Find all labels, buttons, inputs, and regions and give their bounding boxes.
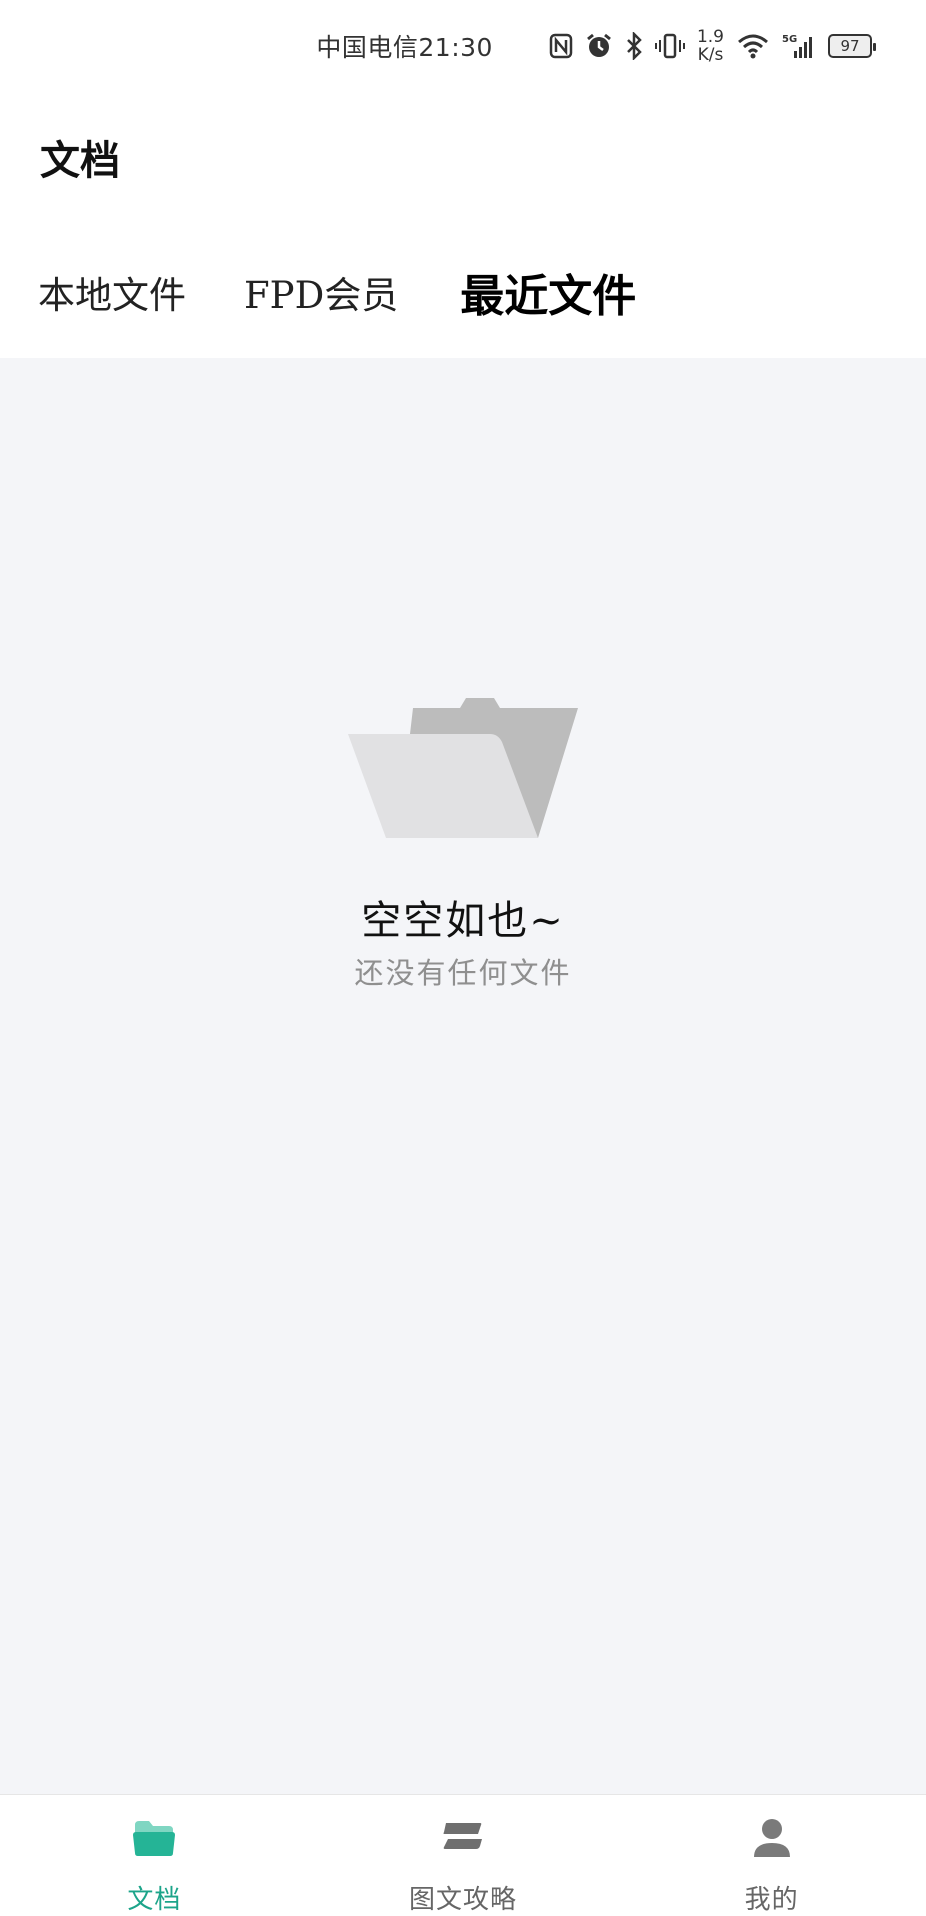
app-screen: 中国电信21:30 1.9 K/s 5G 97 文档 本地文件 FPD会员 最近… [0, 0, 926, 1916]
network-speed-unit: K/s [697, 45, 724, 65]
vibrate-icon [654, 29, 685, 63]
nav-item-profile[interactable]: 我的 [617, 1795, 926, 1916]
nav-label-documents: 文档 [127, 1885, 182, 1915]
user-icon [753, 1819, 790, 1857]
empty-folder-icon [348, 688, 578, 852]
nav-item-guides[interactable]: 图文攻略 [309, 1795, 618, 1916]
page-title: 文档 [40, 137, 120, 184]
battery-icon: 97 [828, 34, 876, 58]
status-bar: 中国电信21:30 1.9 K/s 5G 97 [0, 0, 926, 92]
alarm-icon [585, 29, 613, 63]
empty-state-subtitle: 还没有任何文件 [354, 956, 572, 990]
network-speed-value: 1.9 [696, 27, 724, 47]
bluetooth-icon [625, 29, 643, 63]
tab-fpd-member[interactable]: FPD会员 [244, 265, 398, 319]
bottom-nav: 文档 图文攻略 我的 [0, 1794, 926, 1916]
empty-state-title: 空空如也~ [361, 898, 565, 944]
wifi-icon [736, 29, 770, 63]
nav-label-profile: 我的 [744, 1885, 799, 1915]
folder-icon [133, 1821, 176, 1856]
nav-label-guides: 图文攻略 [409, 1885, 518, 1915]
nfc-icon [549, 29, 573, 63]
svg-text:5G: 5G [782, 34, 797, 45]
network-speed: 1.9 K/s [697, 28, 724, 64]
carrier-name: 中国电信 [316, 33, 419, 62]
tab-bar: 本地文件 FPD会员 最近文件 [38, 262, 636, 322]
layers-icon [443, 1823, 482, 1849]
battery-level: 97 [840, 37, 860, 55]
file-list-area: 空空如也~ 还没有任何文件 [0, 358, 926, 1794]
clock: 21:30 [418, 33, 493, 62]
signal-5g-icon: 5G [782, 29, 816, 63]
status-carrier-time: 中国电信21:30 [316, 28, 493, 64]
nav-item-documents[interactable]: 文档 [0, 1795, 309, 1916]
tab-local-files[interactable]: 本地文件 [38, 265, 186, 319]
tab-recent-files[interactable]: 最近文件 [460, 260, 636, 324]
